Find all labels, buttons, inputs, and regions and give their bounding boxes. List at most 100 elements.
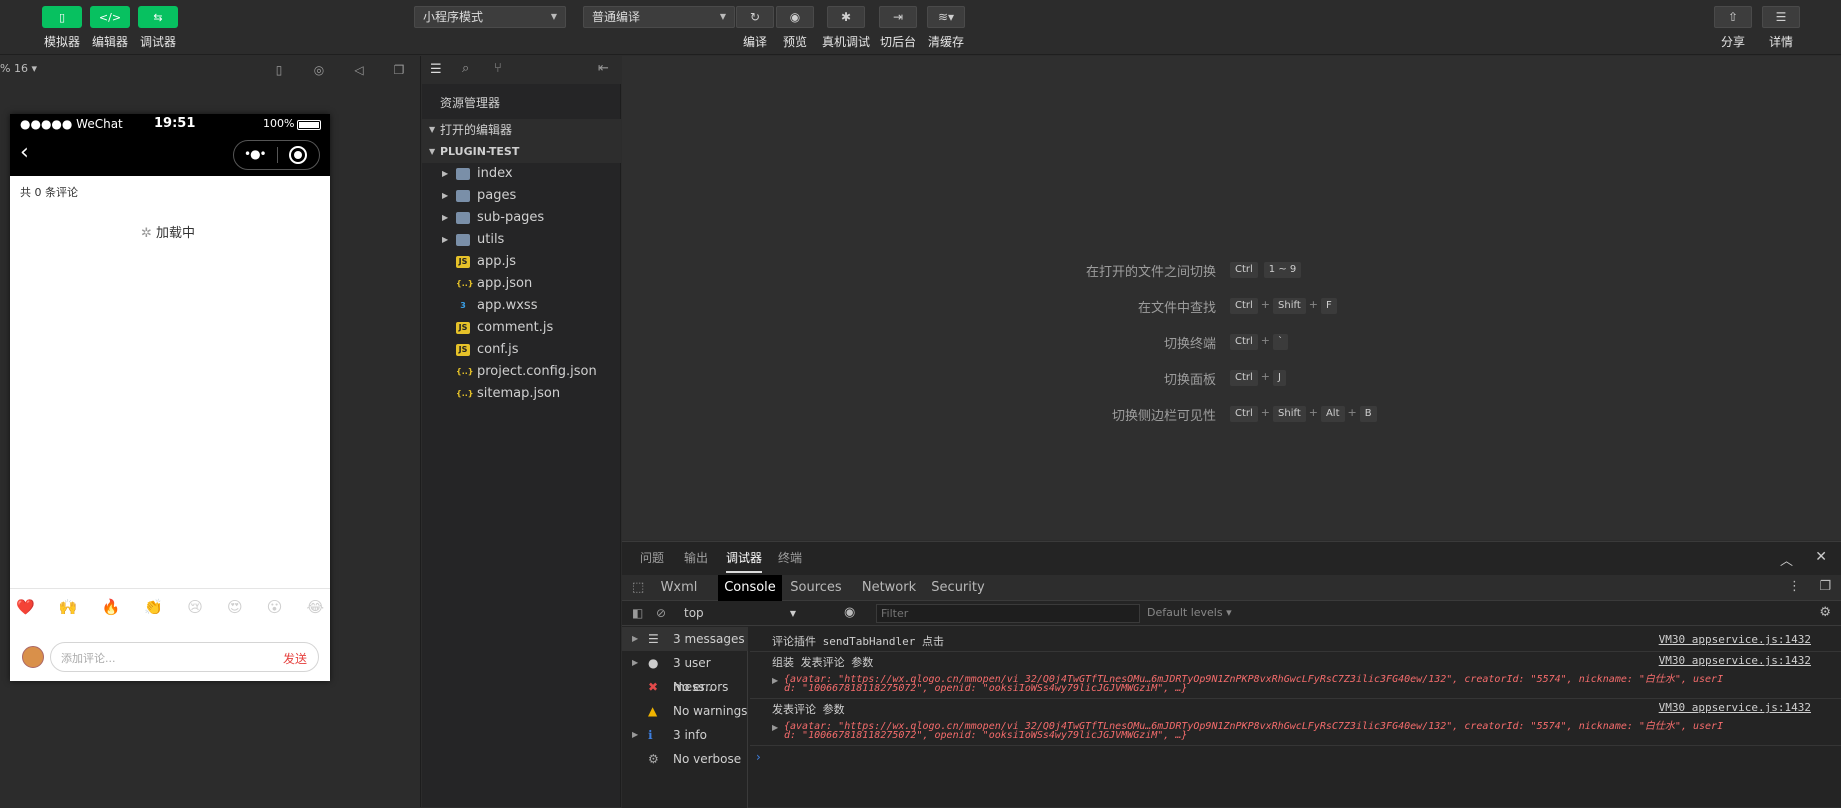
file-tree-label: app.json [477, 276, 533, 291]
mode-select[interactable]: 小程序模式 ▼ [414, 6, 566, 28]
real-debug-button[interactable]: ✱ [827, 6, 865, 28]
chevron-down-icon: ▼ [550, 12, 557, 21]
file-tree-item[interactable]: ▶ index [422, 163, 621, 185]
inspect-icon[interactable]: ⬚ [632, 580, 644, 595]
eye-icon[interactable]: ◉ [844, 605, 855, 620]
file-tree-item[interactable]: {..} project.config.json [422, 361, 621, 383]
emoji-button[interactable]: 🔥 [102, 598, 121, 622]
spinner-icon: ✲ [141, 226, 152, 241]
device-icon[interactable]: ▯ [271, 62, 287, 78]
panel-tab[interactable]: 调试器 [726, 542, 763, 573]
background-button[interactable]: ⇥ [879, 6, 917, 28]
key-cap: Shift [1273, 298, 1306, 314]
emoji-button[interactable]: 😍 [227, 598, 243, 622]
log-object-line[interactable]: d: "100667818118275072", openid: "ooksi1… [784, 683, 1187, 694]
devtools-tab[interactable]: Sources [786, 575, 846, 601]
comment-input[interactable]: 添加评论... 发送 [50, 642, 319, 672]
open-editors-label: 打开的编辑器 [440, 123, 513, 137]
debugger-button[interactable]: ⇆ [138, 6, 178, 28]
file-tree-item[interactable]: JS comment.js [422, 317, 621, 339]
close-icon[interactable]: ✕ [1815, 549, 1827, 565]
emoji-button[interactable]: 😂 [306, 598, 324, 622]
shortcut-row: 在文件中查找 Ctrl + Shift + F [622, 297, 1841, 316]
file-tree-item[interactable]: ▶ sub-pages [422, 207, 621, 229]
sidebar-toggle-icon[interactable]: ◧ [632, 606, 643, 620]
console-prompt-icon[interactable]: › [756, 750, 761, 764]
list-icon[interactable]: ☰ [430, 62, 442, 77]
close-icon[interactable] [289, 146, 307, 164]
devtools-tab[interactable]: Security [928, 575, 988, 601]
phone-screen: ●●●●● WeChat 19:51 100% ‹ •●• 共 0 条评论 ✲ … [10, 114, 330, 681]
context-value: top [684, 606, 704, 620]
back-icon[interactable]: ‹ [20, 142, 29, 164]
compile-button[interactable]: ↻ [736, 6, 774, 28]
console-toolbar: ◧ ⊘ top ▼ ◉ Default levels ▾ ⚙ [622, 602, 1841, 626]
undock-icon[interactable]: ❐ [1819, 579, 1831, 594]
expand-icon[interactable]: ▶ [772, 676, 778, 685]
clear-console-icon[interactable]: ⊘ [656, 606, 666, 620]
log-divider [750, 745, 1841, 746]
compile-select-value: 普通编译 [592, 10, 641, 24]
devtools-tab[interactable]: Network [858, 575, 920, 601]
record-icon[interactable]: ◎ [311, 62, 327, 78]
collapse-icon[interactable]: ⇤ [598, 61, 609, 76]
json-file-icon: {..} [456, 367, 474, 376]
open-editors-section[interactable]: ▼ 打开的编辑器 [422, 119, 621, 141]
file-tree-item[interactable]: JS app.js [422, 251, 621, 273]
status-time: 19:51 [154, 116, 196, 131]
emoji-button[interactable]: 😢 [187, 598, 203, 622]
details-label: 详情 [1768, 35, 1793, 49]
details-button[interactable]: ☰ [1762, 6, 1800, 28]
emoji-button[interactable]: 🙌 [59, 598, 78, 622]
share-button[interactable]: ⇧ [1714, 6, 1752, 28]
key-cap: Ctrl [1230, 334, 1258, 350]
file-tree-item[interactable]: JS conf.js [422, 339, 621, 361]
log-source-link[interactable]: VM30 appservice.js:1432 [1659, 701, 1811, 714]
share-label: 分享 [1720, 35, 1745, 49]
volume-icon[interactable]: ◁ [351, 62, 367, 78]
file-tree-item[interactable]: {..} sitemap.json [422, 383, 621, 405]
debug-panel: 问题 输出 调试器 终端 ︿ ✕ ⬚ Wxml Console Sources Networ… [622, 541, 1841, 808]
emoji-button[interactable]: ❤️ [16, 598, 35, 622]
filter-input[interactable] [876, 604, 1140, 623]
zoom-select[interactable]: % 16 ▾ [0, 62, 37, 75]
preview-button[interactable]: ◉ [776, 6, 814, 28]
chevron-down-icon: ▼ [789, 609, 796, 618]
devtools-tab[interactable]: Wxml [654, 575, 704, 601]
panel-tab[interactable]: 输出 [684, 542, 708, 575]
chevron-right-icon: ▶ [442, 235, 449, 244]
kebab-icon[interactable]: ⋮ [1788, 579, 1801, 594]
key-cap: ` [1273, 334, 1289, 350]
context-select[interactable]: top ▼ [680, 604, 800, 623]
expand-icon[interactable]: ▶ [772, 723, 778, 732]
levels-select[interactable]: Default levels ▾ [1147, 606, 1232, 619]
project-section[interactable]: ▼ PLUGIN-TEST [422, 141, 621, 163]
log-object-line[interactable]: d: "100667818118275072", openid: "ooksi1… [784, 730, 1187, 741]
panel-tab[interactable]: 终端 [778, 542, 802, 575]
editor-button[interactable]: </> [90, 6, 130, 28]
search-icon[interactable]: ⌕ [462, 61, 469, 76]
log-source-link[interactable]: VM30 appservice.js:1432 [1659, 654, 1811, 667]
clear-cache-button[interactable]: ≋▾ [927, 6, 965, 28]
file-tree-label: utils [477, 232, 505, 247]
more-icon[interactable]: •●• [244, 147, 267, 161]
panel-tab[interactable]: 问题 [640, 542, 664, 575]
window-icon[interactable]: ❐ [391, 62, 407, 78]
emoji-button[interactable]: 😮 [267, 598, 283, 622]
chevron-up-icon[interactable]: ︿ [1780, 550, 1793, 569]
log-source-link[interactable]: VM30 appservice.js:1432 [1659, 633, 1811, 646]
simulator-button[interactable]: ▯ [42, 6, 82, 28]
status-bar: ●●●●● WeChat 19:51 100% [10, 114, 330, 134]
compile-select[interactable]: 普通编译 ▼ [583, 6, 735, 28]
devtools-tab[interactable]: Console [718, 575, 782, 601]
gear-icon[interactable]: ⚙ [1819, 605, 1831, 620]
file-tree-item[interactable]: {..} app.json [422, 273, 621, 295]
file-tree-item[interactable]: ▶ pages [422, 185, 621, 207]
key-separator: + [1260, 334, 1271, 347]
shortcut-label: 切换侧边栏可见性 [1111, 409, 1216, 424]
file-tree-item[interactable]: ▶ utils [422, 229, 621, 251]
branch-icon[interactable]: ⑂ [494, 61, 502, 76]
file-tree-item[interactable]: 3 app.wxss [422, 295, 621, 317]
send-button[interactable]: 发送 [283, 650, 307, 667]
emoji-button[interactable]: 👏 [144, 598, 163, 622]
